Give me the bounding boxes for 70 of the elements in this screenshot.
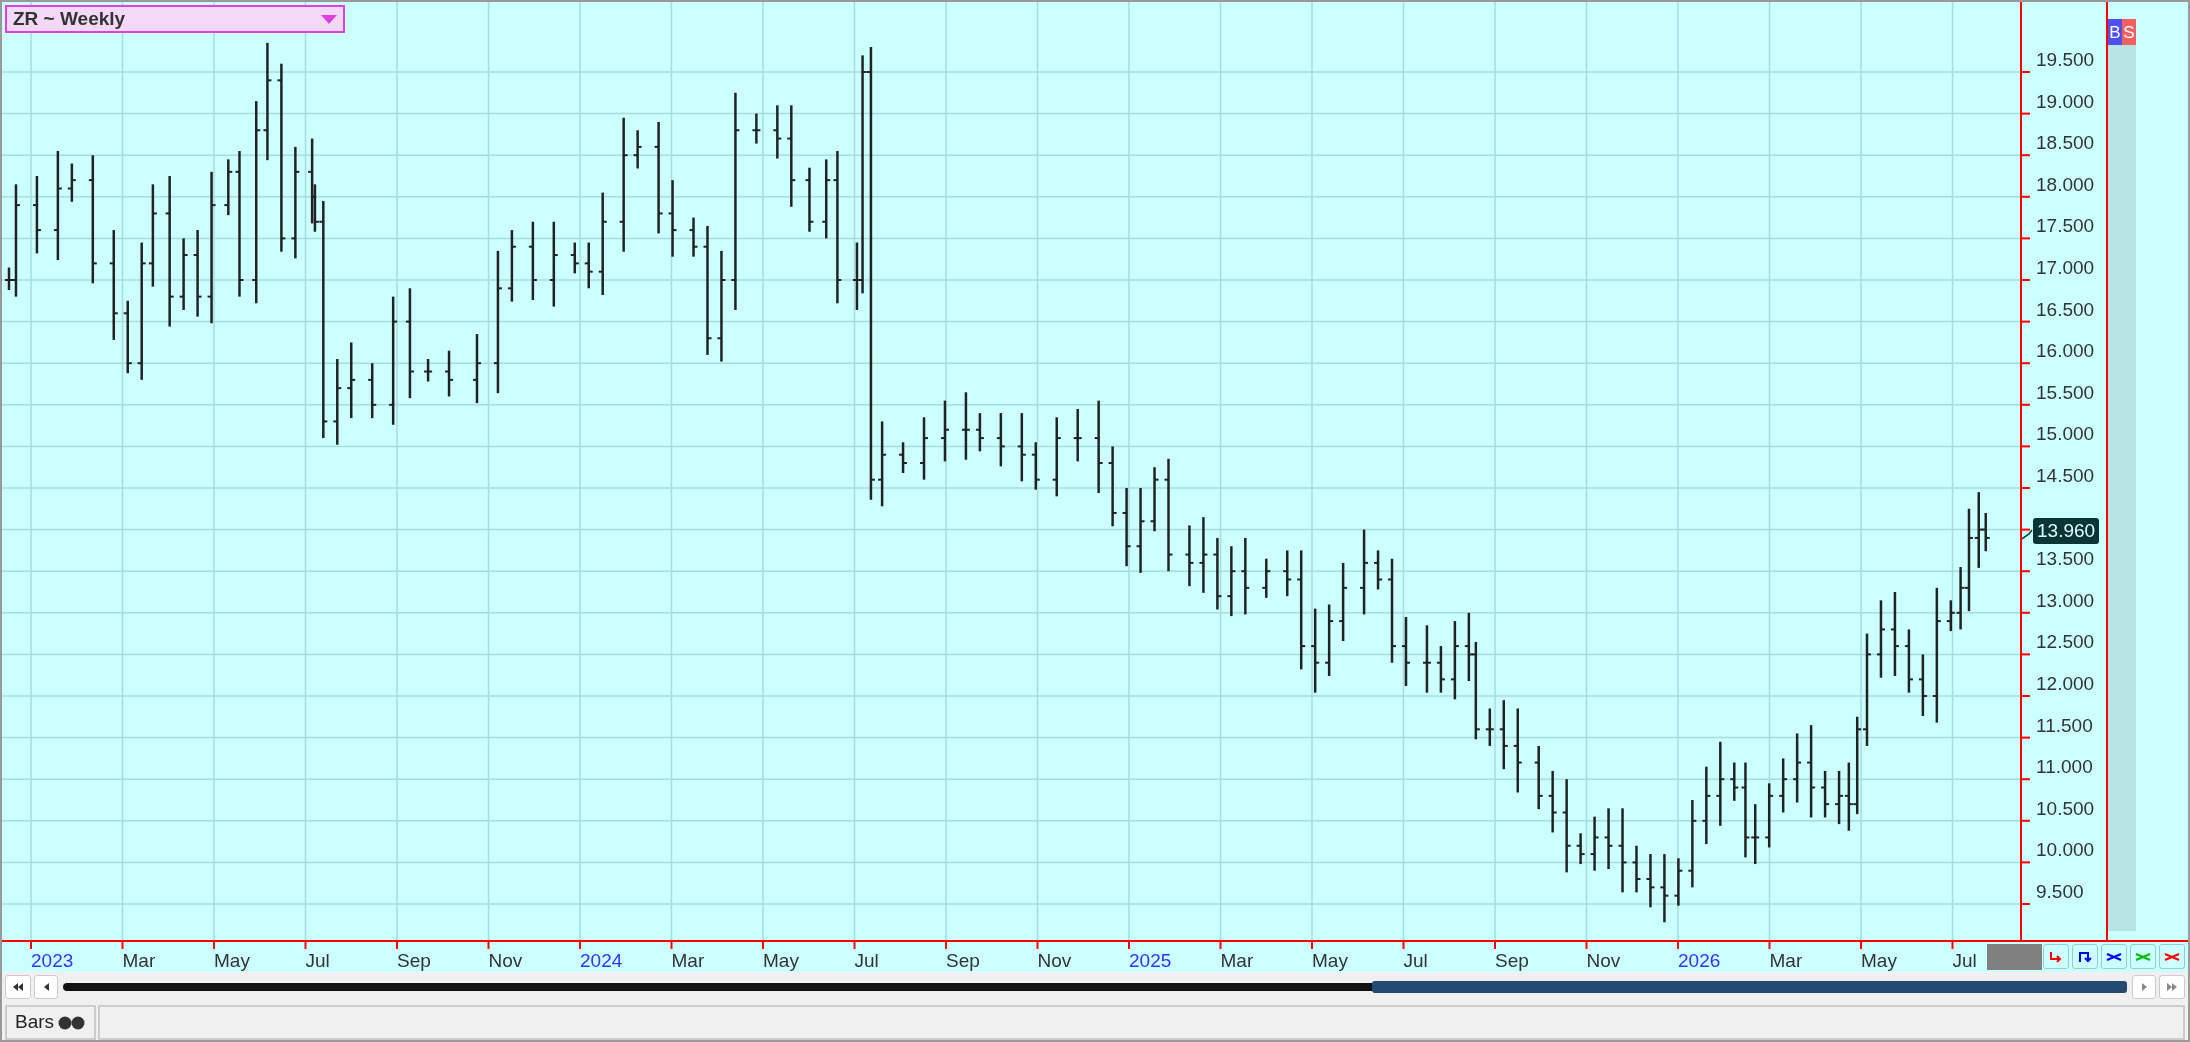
scroll-track[interactable] [63, 983, 2127, 991]
date-axis-label: Sep [1495, 950, 1529, 971]
date-axis-label: 2023 [31, 950, 74, 971]
double-right-arrow-icon [2167, 983, 2177, 991]
date-axis-label: Nov [488, 950, 523, 971]
corner-block [1987, 944, 2042, 970]
price-axis-label: 16.000 [2036, 340, 2095, 362]
price-axis-label: 18.000 [2036, 173, 2095, 195]
arrow-down-right-icon [2049, 950, 2063, 963]
price-axis-label: 11.500 [2036, 714, 2093, 736]
price-axis-label: 11.000 [2036, 756, 2093, 778]
date-axis-label: Jul [854, 950, 879, 971]
price-axis-label: 17.000 [2036, 257, 2095, 278]
dropdown-caret-icon [321, 14, 337, 24]
date-axis-label: Jul [305, 950, 330, 971]
scroll-first-button[interactable] [5, 975, 31, 999]
price-axis-label: 13.000 [2036, 589, 2095, 611]
date-axis-label: Sep [397, 950, 431, 971]
price-axis-label: 15.000 [2036, 423, 2095, 445]
date-axis-label: Mar [1769, 950, 1803, 971]
date-axis-label: 2025 [1129, 950, 1172, 971]
date-axis-label: 2024 [580, 950, 623, 971]
bars-tab[interactable]: Bars [5, 1005, 97, 1040]
price-axis-label: 10.500 [2036, 797, 2095, 819]
crossing-lines-button[interactable] [2159, 944, 2185, 969]
arrow-over-down-button[interactable] [2072, 944, 2098, 969]
scroll-last-button[interactable] [2159, 975, 2185, 999]
price-axis-label: 9.500 [2036, 881, 2084, 902]
last-price-tag: 13.960 [2033, 517, 2100, 544]
date-axis-label: May [1312, 950, 1348, 971]
date-axis-label: Jul [1952, 950, 1977, 971]
price-axis-label: 13.500 [2036, 548, 2095, 570]
arrow-down-right-button[interactable] [2043, 944, 2069, 969]
price-axis-label: 14.500 [2036, 465, 2095, 486]
symbol-dropdown[interactable]: ZR ~ Weekly [5, 5, 345, 33]
date-axis-label: Mar [1220, 950, 1254, 971]
double-left-arrow-icon [13, 983, 23, 991]
date-axis-label: Mar [671, 950, 705, 971]
price-axis-label: 18.500 [2036, 132, 2095, 154]
crossing-lines-button[interactable] [2101, 944, 2127, 969]
right-arrow-icon [2141, 983, 2147, 991]
price-axis-label: 19.500 [2036, 49, 2095, 70]
date-axis-label: Jul [1403, 950, 1428, 971]
linked-circles-icon [58, 1015, 87, 1030]
left-arrow-icon [43, 983, 49, 991]
date-axis-label: 2026 [1678, 950, 1721, 971]
tab-label: Bars [15, 1010, 55, 1035]
date-axis-label: Mar [122, 950, 156, 971]
crossing-lines-icon [2135, 952, 2151, 961]
scroll-right-button[interactable] [2132, 975, 2156, 999]
price-axis-label: 12.500 [2036, 631, 2095, 653]
price-axis-label: 15.500 [2036, 381, 2095, 403]
price-pointer-icon [2021, 529, 2033, 540]
price-axis-label: 16.500 [2036, 298, 2095, 320]
date-axis-label: Sep [946, 950, 980, 971]
price-axis-label: 19.000 [2036, 90, 2095, 112]
crossing-lines-icon [2106, 952, 2122, 961]
price-axis-label: 10.000 [2036, 839, 2095, 861]
buy-button[interactable]: B [2108, 19, 2122, 45]
date-axis-label: May [214, 950, 250, 971]
price-axis-label: 17.500 [2036, 215, 2095, 237]
date-axis-label: Nov [1037, 950, 1072, 971]
date-axis-label: May [763, 950, 799, 971]
price-axis-label: 12.000 [2036, 673, 2095, 694]
scroll-thumb[interactable] [1372, 981, 2127, 993]
crossing-lines-icon [2164, 952, 2180, 961]
date-axis-label: May [1861, 950, 1897, 971]
date-axis-label: Nov [1586, 950, 1621, 971]
arrow-over-down-icon [2078, 950, 2092, 963]
scroll-left-button[interactable] [34, 975, 58, 999]
